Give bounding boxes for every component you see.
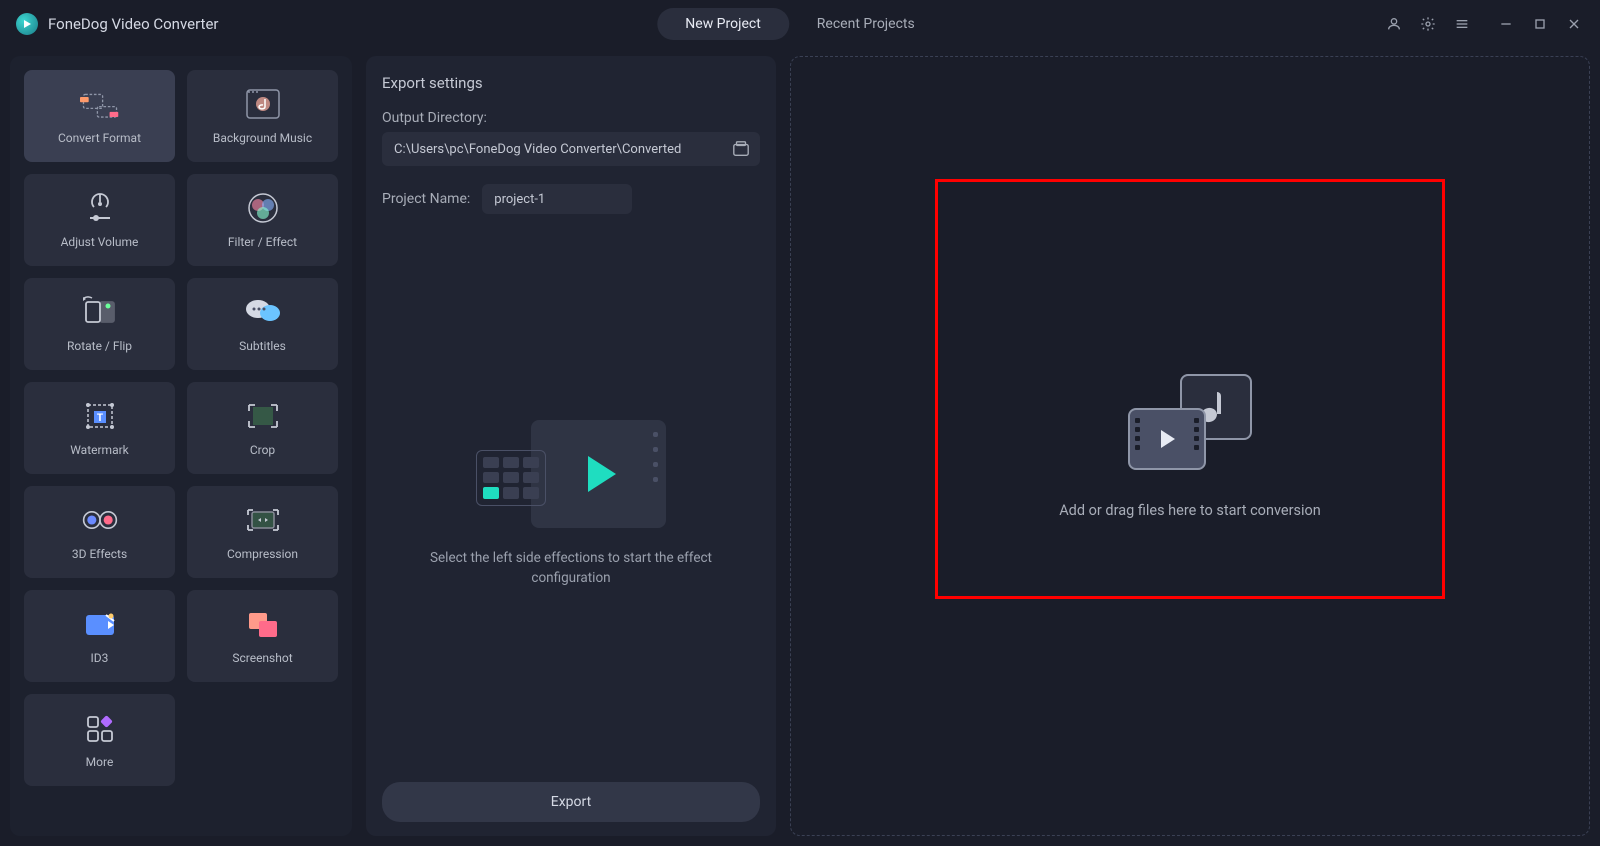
export-panel: Export settings Output Directory: C:\Use… [366, 56, 776, 836]
project-name-row: Project Name: [382, 184, 760, 214]
tool-label: Filter / Effect [228, 235, 297, 249]
tab-bar: New Project Recent Projects [657, 8, 942, 40]
close-icon[interactable] [1564, 14, 1584, 34]
settings-icon[interactable] [1418, 14, 1438, 34]
tool-label: Adjust Volume [61, 235, 139, 249]
effect-placeholder-text: Select the left side effections to start… [421, 548, 721, 589]
tool-id3[interactable]: ID3 [24, 590, 175, 682]
screenshot-icon [243, 607, 283, 641]
tool-3d-effects[interactable]: 3D Effects [24, 486, 175, 578]
subtitles-icon [243, 295, 283, 329]
tool-background-music[interactable]: Background Music [187, 70, 338, 162]
main-content: Convert Format Background Music Adjust V… [0, 48, 1600, 846]
tool-label: ID3 [91, 651, 109, 665]
export-button[interactable]: Export [382, 782, 760, 822]
tool-adjust-volume[interactable]: Adjust Volume [24, 174, 175, 266]
convert-format-icon [80, 87, 120, 121]
app-title: FoneDog Video Converter [48, 15, 218, 33]
export-heading: Export settings [382, 74, 760, 92]
tool-label: Compression [227, 547, 298, 561]
project-name-label: Project Name: [382, 191, 470, 207]
tool-panel: Convert Format Background Music Adjust V… [10, 56, 352, 836]
output-dir-field[interactable]: C:\Users\pc\FoneDog Video Converter\Conv… [382, 132, 760, 166]
rotate-flip-icon [80, 295, 120, 329]
titlebar-left: FoneDog Video Converter [16, 13, 218, 35]
tool-label: 3D Effects [72, 547, 127, 561]
id3-icon [80, 607, 120, 641]
maximize-icon[interactable] [1530, 14, 1550, 34]
watermark-icon: T [80, 399, 120, 433]
tool-subtitles[interactable]: Subtitles [187, 278, 338, 370]
drop-media-icon [1128, 374, 1252, 470]
compression-icon [243, 503, 283, 537]
output-dir-value: C:\Users\pc\FoneDog Video Converter\Conv… [394, 142, 732, 157]
tool-label: Background Music [213, 131, 312, 145]
account-icon[interactable] [1384, 14, 1404, 34]
more-icon [80, 711, 120, 745]
tool-label: Watermark [70, 443, 129, 457]
drop-zone[interactable]: Add or drag files here to start conversi… [790, 56, 1590, 836]
adjust-volume-icon [80, 191, 120, 225]
filter-effect-icon [243, 191, 283, 225]
output-dir-label: Output Directory: [382, 110, 760, 126]
titlebar-right [1384, 14, 1584, 34]
tool-label: Convert Format [58, 131, 141, 145]
effect-placeholder: Select the left side effections to start… [382, 238, 760, 770]
browse-folder-icon[interactable] [732, 140, 750, 158]
app-logo-icon [16, 13, 38, 35]
menu-icon[interactable] [1452, 14, 1472, 34]
titlebar: FoneDog Video Converter New Project Rece… [0, 0, 1600, 48]
tool-label: Screenshot [232, 651, 292, 665]
project-name-input[interactable] [482, 184, 632, 214]
tool-compression[interactable]: Compression [187, 486, 338, 578]
tool-label: Rotate / Flip [67, 339, 132, 353]
tab-recent-projects[interactable]: Recent Projects [789, 8, 943, 40]
tool-label: More [86, 755, 114, 769]
minimize-icon[interactable] [1496, 14, 1516, 34]
tool-watermark[interactable]: T Watermark [24, 382, 175, 474]
svg-text:T: T [96, 413, 102, 424]
tool-convert-format[interactable]: Convert Format [24, 70, 175, 162]
tool-crop[interactable]: Crop [187, 382, 338, 474]
tab-new-project[interactable]: New Project [657, 8, 789, 40]
tool-filter-effect[interactable]: Filter / Effect [187, 174, 338, 266]
tool-label: Crop [250, 443, 275, 457]
3d-effects-icon [80, 503, 120, 537]
crop-icon [243, 399, 283, 433]
tool-rotate-flip[interactable]: Rotate / Flip [24, 278, 175, 370]
background-music-icon [243, 87, 283, 121]
tool-more[interactable]: More [24, 694, 175, 786]
effect-graphic-icon [476, 420, 666, 528]
tool-screenshot[interactable]: Screenshot [187, 590, 338, 682]
tool-label: Subtitles [239, 339, 286, 353]
